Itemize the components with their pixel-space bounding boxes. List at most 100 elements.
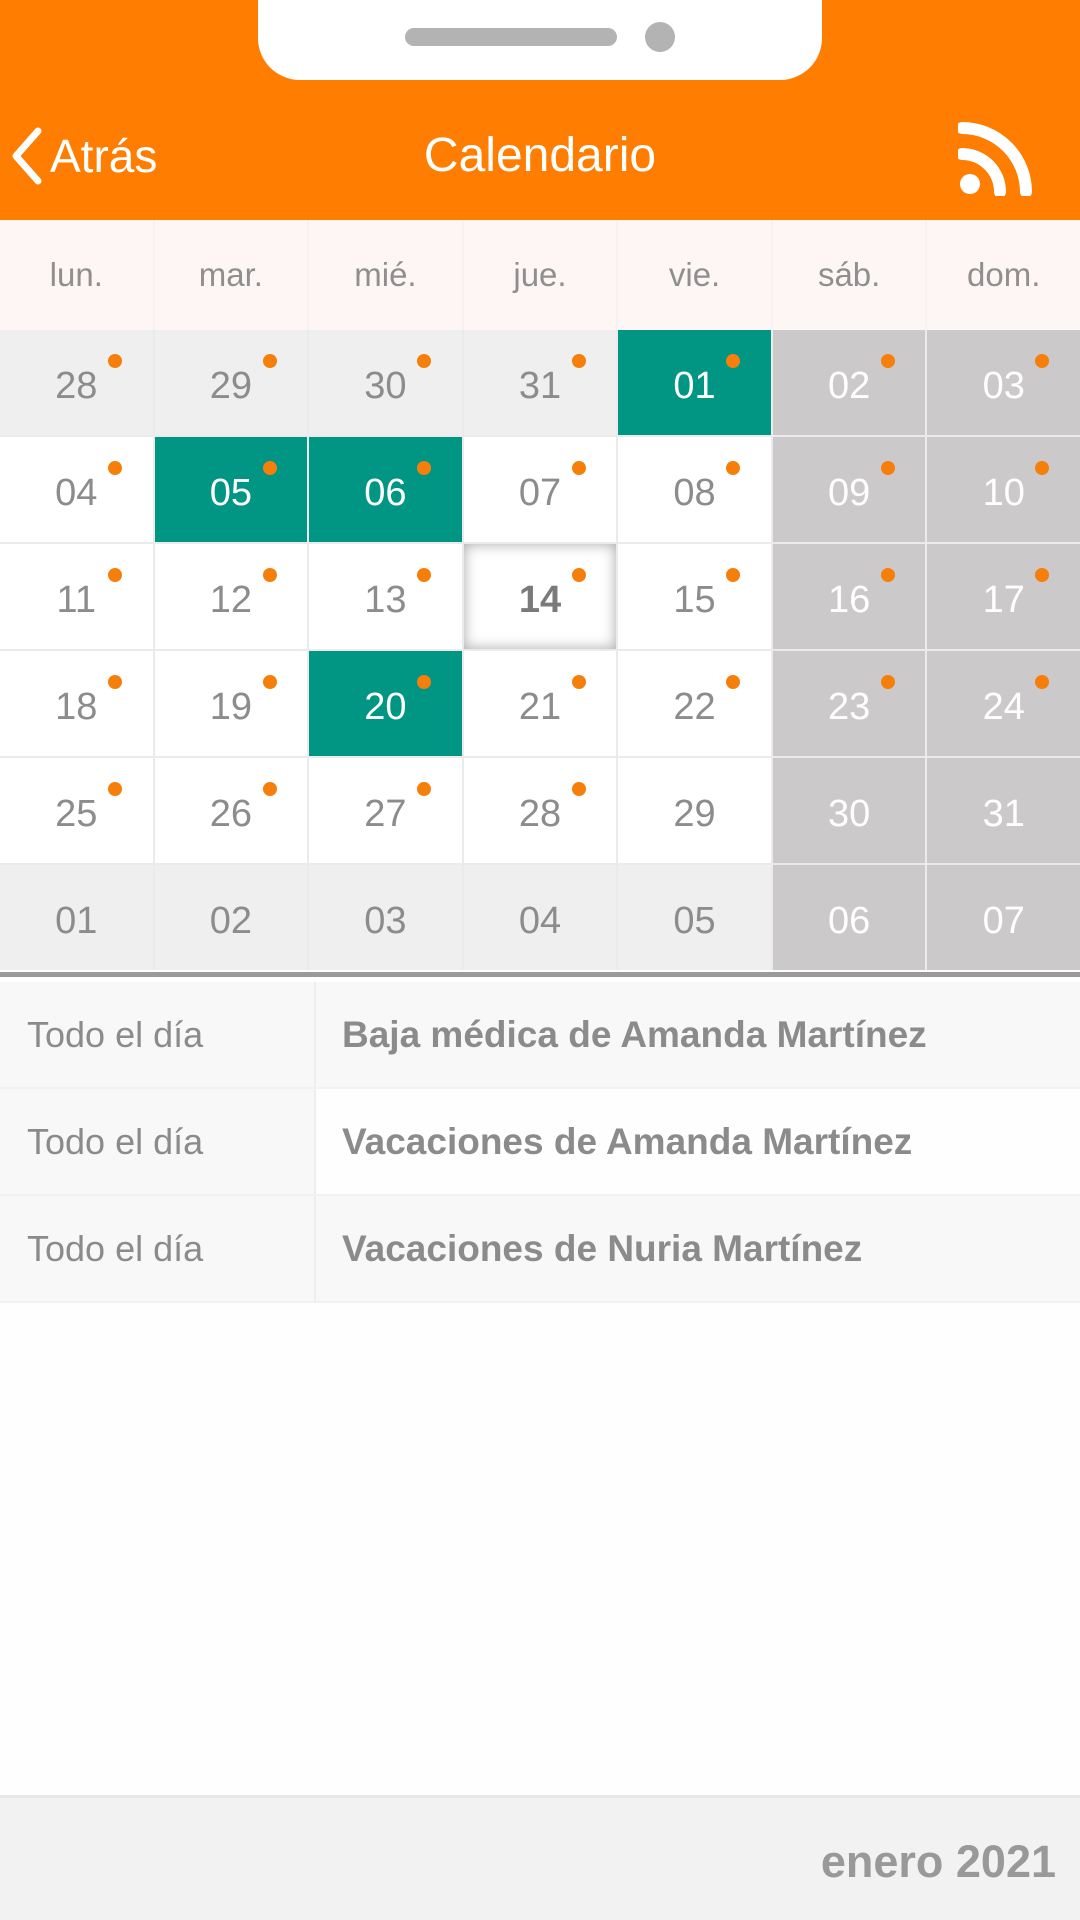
day-number: 03 bbox=[364, 900, 407, 942]
day-number: 01 bbox=[55, 900, 98, 942]
weekday-label: vie. bbox=[618, 220, 771, 330]
event-indicator-dot bbox=[417, 354, 432, 368]
day-number: 18 bbox=[55, 686, 98, 728]
event-indicator-dot bbox=[262, 568, 277, 582]
calendar-day-cell[interactable]: 28 bbox=[0, 330, 153, 435]
day-number: 22 bbox=[673, 686, 716, 728]
event-row[interactable]: Todo el día Baja médica de Amanda Martín… bbox=[0, 982, 1080, 1089]
calendar-day-cell[interactable]: 02 bbox=[772, 330, 926, 435]
event-time: Todo el día bbox=[0, 982, 316, 1087]
calendar-day-cell[interactable]: 27 bbox=[309, 758, 462, 863]
day-number: 04 bbox=[55, 472, 98, 514]
weekday-label: mar. bbox=[154, 220, 308, 330]
calendar-day-cell[interactable]: 04 bbox=[463, 865, 617, 970]
calendar-day-cell[interactable]: 10 bbox=[927, 437, 1080, 542]
calendar-grid: 28 29 30 31 01 02 03 04 05 06 07 08 09 10 11 12 13 14 15 16… bbox=[0, 330, 1080, 970]
day-number: 29 bbox=[673, 793, 716, 835]
day-number: 07 bbox=[982, 900, 1025, 942]
rss-feed-button[interactable] bbox=[958, 120, 1034, 196]
weekday-label: mié. bbox=[309, 220, 462, 330]
weekday-label: lun. bbox=[0, 220, 153, 330]
day-number: 10 bbox=[982, 472, 1025, 514]
calendar-day-cell[interactable]: 25 bbox=[0, 758, 153, 863]
calendar-day-cell[interactable]: 24 bbox=[927, 651, 1080, 756]
day-number: 20 bbox=[364, 686, 407, 728]
calendar-day-cell[interactable]: 05 bbox=[154, 437, 308, 542]
weekday-header-row: lun. mar. mié. jue. vie. sáb. dom. bbox=[0, 220, 1080, 330]
calendar-day-cell[interactable]: 03 bbox=[309, 865, 462, 970]
calendar-day-cell[interactable]: 07 bbox=[463, 437, 617, 542]
calendar-day-cell[interactable]: 13 bbox=[309, 544, 462, 649]
calendar-day-cell[interactable]: 21 bbox=[463, 651, 617, 756]
day-number: 13 bbox=[364, 579, 407, 621]
day-number: 05 bbox=[673, 900, 716, 942]
event-title: Vacaciones de Nuria Martínez bbox=[316, 1196, 1080, 1301]
calendar-day-cell[interactable]: 03 bbox=[927, 330, 1080, 435]
day-number: 12 bbox=[209, 579, 252, 621]
calendar-day-cell[interactable]: 19 bbox=[154, 651, 308, 756]
day-number: 30 bbox=[364, 365, 407, 407]
calendar-day-cell[interactable]: 29 bbox=[154, 330, 308, 435]
day-number: 05 bbox=[209, 472, 252, 514]
calendar-day-cell[interactable]: 17 bbox=[927, 544, 1080, 649]
event-indicator-dot bbox=[1035, 354, 1050, 368]
calendar-day-cell[interactable]: 08 bbox=[618, 437, 771, 542]
day-number: 26 bbox=[209, 793, 252, 835]
calendar-day-cell[interactable]: 02 bbox=[154, 865, 308, 970]
event-indicator-dot bbox=[262, 782, 277, 796]
calendar-day-cell[interactable]: 28 bbox=[463, 758, 617, 863]
day-number: 06 bbox=[364, 472, 407, 514]
calendar-day-cell[interactable]: 29 bbox=[618, 758, 771, 863]
day-number: 24 bbox=[982, 686, 1025, 728]
event-indicator-dot bbox=[108, 782, 122, 796]
calendar-day-cell[interactable]: 01 bbox=[618, 330, 771, 435]
calendar-day-cell[interactable]: 16 bbox=[772, 544, 926, 649]
event-row[interactable]: Todo el día Vacaciones de Nuria Martínez bbox=[0, 1196, 1080, 1303]
day-number: 07 bbox=[518, 472, 562, 514]
event-indicator-dot bbox=[726, 568, 741, 582]
calendar-day-cell[interactable]: 01 bbox=[0, 865, 153, 970]
calendar-day-cell[interactable]: 14 bbox=[463, 544, 617, 649]
calendar-day-cell[interactable]: 09 bbox=[772, 437, 926, 542]
calendar-day-cell[interactable]: 11 bbox=[0, 544, 153, 649]
calendar-day-cell[interactable]: 30 bbox=[309, 330, 462, 435]
day-number: 04 bbox=[518, 900, 562, 942]
footer-bar: enero 2021 bbox=[0, 1795, 1080, 1920]
event-indicator-dot bbox=[880, 568, 895, 582]
calendar-day-cell[interactable]: 12 bbox=[154, 544, 308, 649]
event-list: Todo el día Baja médica de Amanda Martín… bbox=[0, 982, 1080, 1303]
event-indicator-dot bbox=[571, 354, 586, 368]
speaker-grille bbox=[405, 28, 617, 46]
section-divider bbox=[0, 972, 1080, 977]
day-number: 02 bbox=[827, 365, 871, 407]
calendar-day-cell[interactable]: 30 bbox=[772, 758, 926, 863]
day-number: 25 bbox=[55, 793, 98, 835]
calendar-day-cell[interactable]: 26 bbox=[154, 758, 308, 863]
calendar-day-cell[interactable]: 15 bbox=[618, 544, 771, 649]
day-number: 31 bbox=[982, 793, 1025, 835]
calendar-day-cell[interactable]: 31 bbox=[927, 758, 1080, 863]
day-number: 27 bbox=[364, 793, 407, 835]
rss-feed-icon bbox=[958, 122, 1032, 196]
event-indicator-dot bbox=[1035, 461, 1050, 475]
calendar-day-cell[interactable]: 04 bbox=[0, 437, 153, 542]
weekday-label: jue. bbox=[463, 220, 617, 330]
event-indicator-dot bbox=[726, 675, 741, 689]
calendar-day-cell[interactable]: 22 bbox=[618, 651, 771, 756]
event-indicator-dot bbox=[262, 354, 277, 368]
calendar-day-cell[interactable]: 23 bbox=[772, 651, 926, 756]
event-indicator-dot bbox=[1035, 568, 1050, 582]
event-indicator-dot bbox=[726, 461, 741, 475]
calendar-day-cell[interactable]: 05 bbox=[618, 865, 771, 970]
calendar-day-cell[interactable]: 20 bbox=[309, 651, 462, 756]
calendar-day-cell[interactable]: 07 bbox=[927, 865, 1080, 970]
calendar-day-cell[interactable]: 06 bbox=[309, 437, 462, 542]
calendar-day-cell[interactable]: 31 bbox=[463, 330, 617, 435]
calendar-day-cell[interactable]: 06 bbox=[772, 865, 926, 970]
calendar-day-cell[interactable]: 18 bbox=[0, 651, 153, 756]
event-indicator-dot bbox=[417, 568, 432, 582]
day-number: 28 bbox=[55, 365, 98, 407]
event-row[interactable]: Todo el día Vacaciones de Amanda Martíne… bbox=[0, 1089, 1080, 1196]
day-number: 23 bbox=[827, 686, 871, 728]
event-indicator-dot bbox=[262, 675, 277, 689]
